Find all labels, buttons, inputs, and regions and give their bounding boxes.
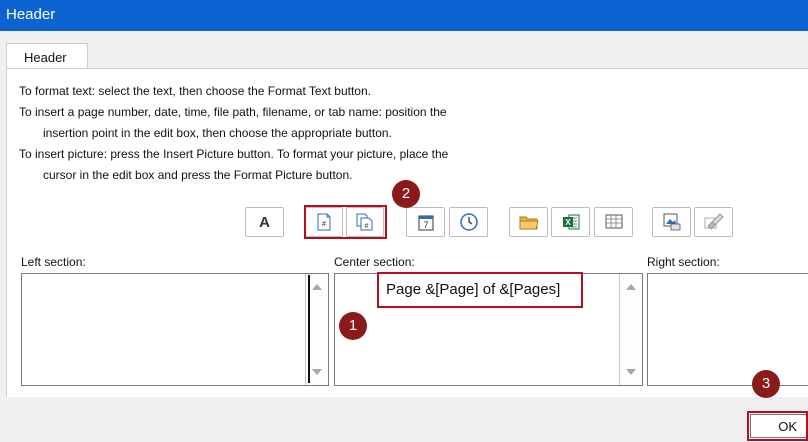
tab-header-label: Header bbox=[24, 50, 67, 65]
callout-badge-3: 3 bbox=[752, 370, 780, 398]
center-section-label: Center section: bbox=[334, 255, 415, 269]
insert-time-button[interactable] bbox=[449, 207, 488, 237]
instruction-line: To format text: select the text, then ch… bbox=[19, 84, 371, 98]
title-bar: Header bbox=[0, 0, 808, 31]
insert-time-icon bbox=[459, 212, 479, 232]
insert-date-button[interactable]: 7 bbox=[406, 207, 445, 237]
page-buttons-highlight bbox=[304, 205, 387, 239]
insert-file-name-button[interactable]: X bbox=[551, 207, 590, 237]
insert-file-path-icon bbox=[519, 213, 539, 231]
left-section-label: Left section: bbox=[21, 255, 86, 269]
insert-picture-icon bbox=[662, 212, 682, 232]
callout-badge-1: 1 bbox=[339, 312, 367, 340]
instruction-line: insertion point in the edit box, then ch… bbox=[43, 126, 392, 140]
scroll-down-icon[interactable] bbox=[626, 369, 636, 375]
tab-strip: Header bbox=[0, 31, 808, 71]
center-text-highlight bbox=[377, 272, 583, 308]
format-picture-button[interactable] bbox=[694, 207, 733, 237]
center-section-scrollbar[interactable] bbox=[619, 274, 642, 385]
format-text-button[interactable]: A bbox=[245, 207, 284, 237]
instruction-line: To insert picture: press the Insert Pict… bbox=[19, 147, 449, 161]
insert-picture-button[interactable] bbox=[652, 207, 691, 237]
insert-file-path-button[interactable] bbox=[509, 207, 548, 237]
insert-sheet-name-icon bbox=[604, 213, 624, 231]
callout-badge-2: 2 bbox=[392, 180, 420, 208]
window-title: Header bbox=[6, 6, 56, 23]
left-section-edit-box[interactable] bbox=[21, 273, 329, 386]
instruction-line: To insert a page number, date, time, fil… bbox=[19, 105, 447, 119]
text-cursor bbox=[308, 275, 310, 383]
scroll-up-icon[interactable] bbox=[626, 284, 636, 290]
instruction-line: cursor in the edit box and press the For… bbox=[43, 168, 353, 182]
button-bar bbox=[0, 397, 808, 442]
format-picture-icon bbox=[703, 212, 725, 232]
ok-button-highlight bbox=[747, 411, 808, 441]
right-section-label: Right section: bbox=[647, 255, 720, 269]
insert-date-icon: 7 bbox=[417, 213, 435, 231]
svg-text:X: X bbox=[565, 218, 571, 227]
insert-file-name-icon: X bbox=[561, 212, 581, 232]
insert-sheet-name-button[interactable] bbox=[594, 207, 633, 237]
svg-text:7: 7 bbox=[423, 220, 428, 230]
tab-header[interactable]: Header bbox=[6, 43, 88, 71]
scroll-down-icon[interactable] bbox=[312, 369, 322, 375]
format-text-icon: A bbox=[259, 213, 270, 231]
right-section-edit-box[interactable] bbox=[647, 273, 808, 386]
scroll-up-icon[interactable] bbox=[312, 284, 322, 290]
